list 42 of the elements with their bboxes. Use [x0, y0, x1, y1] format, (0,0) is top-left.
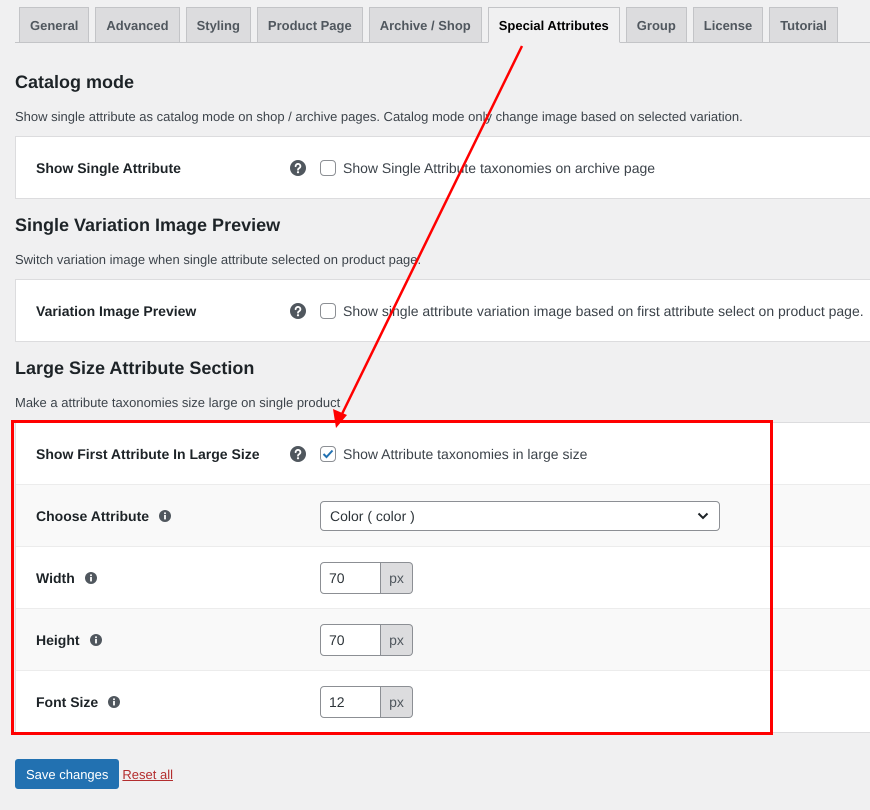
setting-label: Show First Attribute In Large Size	[36, 446, 260, 462]
tab[interactable]: Group	[626, 7, 687, 43]
number-input[interactable]: 12	[320, 686, 381, 718]
tab[interactable]: Advanced	[95, 7, 180, 43]
section-description: Make a attribute taxonomies size large on single product	[15, 394, 342, 412]
tab[interactable]: General	[19, 7, 90, 43]
tab[interactable]: Special Attributes	[488, 7, 620, 43]
setting-label: Height	[36, 632, 80, 648]
tab[interactable]: Archive / Shop	[368, 7, 482, 43]
info-icon[interactable]	[84, 572, 97, 584]
tab[interactable]: License	[692, 7, 764, 43]
checkbox[interactable]	[320, 446, 336, 462]
checkbox[interactable]	[320, 160, 336, 176]
tab[interactable]: Product Page	[256, 7, 363, 43]
info-icon[interactable]	[108, 696, 120, 708]
section-heading: Large Size Attribute Section	[14, 357, 256, 380]
save-button[interactable]: Save changes	[15, 759, 120, 789]
setting-label: Choose Attribute	[36, 508, 150, 524]
number-input[interactable]: 70	[320, 562, 381, 594]
tab[interactable]: Styling	[186, 7, 251, 43]
tab[interactable]: Tutorial	[769, 7, 838, 43]
setting-label: Width	[36, 570, 75, 586]
unit-addon: px	[381, 562, 413, 594]
section-heading: Catalog mode	[14, 71, 136, 94]
chevron-down-icon	[697, 512, 709, 520]
reset-link[interactable]: Reset all	[122, 766, 173, 782]
checkbox-label[interactable]: Show Attribute taxonomies in large size	[343, 446, 588, 462]
section-heading: Single Variation Image Preview	[14, 214, 282, 237]
checkbox[interactable]	[320, 302, 336, 318]
unit-addon: px	[381, 624, 413, 656]
setting-label: Font Size	[36, 694, 98, 710]
help-icon[interactable]	[290, 302, 306, 318]
unit-addon: px	[381, 686, 413, 718]
setting-label: Show Single Attribute	[36, 160, 181, 176]
info-icon[interactable]	[159, 510, 172, 522]
checkmark-icon	[322, 448, 334, 458]
help-icon[interactable]	[290, 160, 306, 176]
attribute-select[interactable]: Color ( color )	[320, 500, 720, 530]
help-icon[interactable]	[290, 446, 306, 462]
info-icon[interactable]	[90, 634, 102, 646]
setting-label: Variation Image Preview	[36, 302, 196, 318]
number-input[interactable]: 70	[320, 624, 381, 656]
